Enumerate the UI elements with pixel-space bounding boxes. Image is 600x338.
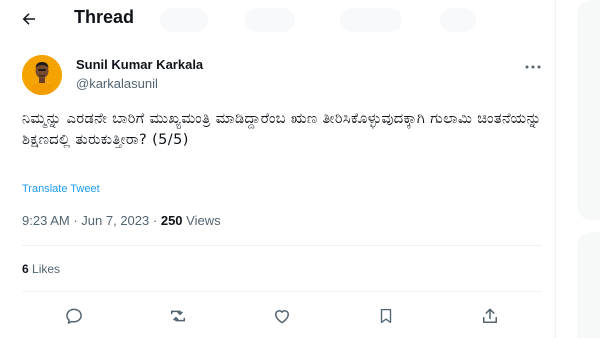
tweet-text: ನಿಮ್ಮನ್ನು ಎರಡನೇ ಬಾರಿಗೆ ಮುಖ್ಯಮಂತ್ರಿ ಮಾಡಿದ…: [22, 111, 542, 148]
more-options-button[interactable]: [522, 60, 544, 74]
divider: [22, 291, 542, 292]
right-sidebar: [557, 0, 600, 338]
ghost-shape: [245, 8, 295, 32]
views-label: Views: [186, 213, 221, 228]
ghost-shape: [440, 8, 476, 32]
avatar[interactable]: [22, 55, 62, 95]
sidebar-card: [577, 0, 600, 220]
like-icon: [275, 310, 289, 324]
page-title: Thread: [74, 7, 135, 27]
likes-link[interactable]: 6 Likes: [22, 262, 60, 276]
share-icon: [483, 308, 497, 323]
like-button[interactable]: [270, 304, 294, 328]
reply-icon: [66, 308, 82, 324]
likes-count: 6: [22, 262, 29, 276]
tweet-meta: 9:23 AM · Jun 7, 2023 · 250 Views: [22, 213, 221, 228]
share-button[interactable]: [478, 304, 502, 328]
sidebar-card: [577, 232, 600, 338]
thread-header: Thread: [0, 0, 556, 38]
ghost-shape: [160, 8, 208, 32]
meta-separator: ·: [152, 213, 158, 228]
bookmark-button[interactable]: [374, 304, 398, 328]
retweet-icon: [171, 310, 185, 322]
author-name[interactable]: Sunil Kumar Karkala: [76, 57, 203, 72]
thread-column: Thread Sunil Kumar Karkala @karkalasunil…: [0, 0, 556, 338]
translate-tweet-link[interactable]: Translate Tweet: [22, 183, 100, 195]
tweet-date[interactable]: Jun 7, 2023: [81, 213, 149, 228]
more-horizontal-icon: [525, 65, 541, 69]
reply-button[interactable]: [62, 304, 86, 328]
meta-separator: ·: [73, 213, 78, 228]
avatar-portrait-icon: [22, 55, 62, 95]
tweet-time[interactable]: 9:23 AM: [22, 213, 70, 228]
divider: [22, 245, 542, 246]
back-button[interactable]: [16, 6, 42, 32]
tweet-actions: [22, 302, 542, 332]
ghost-shape: [340, 8, 402, 32]
views-count: 250: [160, 213, 183, 228]
bookmark-icon: [380, 308, 392, 324]
arrow-left-icon: [22, 13, 35, 25]
likes-label: Likes: [32, 262, 61, 276]
author-handle[interactable]: @karkalasunil: [76, 76, 158, 91]
retweet-button[interactable]: [166, 304, 190, 328]
